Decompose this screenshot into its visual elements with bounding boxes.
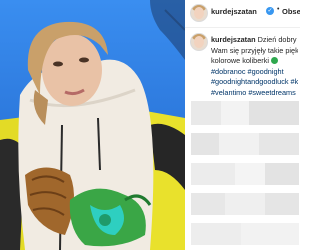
post-photo[interactable] [0,0,185,250]
hashtag-line-2[interactable]: #goodnightandgoodluck #kolib [211,77,298,88]
selfie-image [0,0,185,250]
post-side-panel: kurdejszatan ✓ • Obserwowanie kurdejszat… [185,0,300,250]
following-button[interactable]: Obserwowanie [282,7,300,16]
separator-dot: • [277,6,280,13]
username-link[interactable]: kurdejszatan [211,7,257,16]
hashtag-line-1[interactable]: #dobranoc #goodnight [211,67,298,78]
caption-author-link[interactable]: kurdejszatan [211,35,256,44]
avatar[interactable] [190,4,208,22]
caption-line-1: Dzień dobry [257,35,297,44]
avatar[interactable] [190,33,208,51]
post-header: kurdejszatan ✓ • Obserwowanie [185,0,300,28]
verified-badge-icon: ✓ [266,7,274,15]
green-heart-icon [271,57,279,64]
caption-line-2: Wam się przyjęły takie piękne [211,45,298,55]
blurred-comments [185,97,300,250]
caption-text: kurdejszatan Dzień dobry nie Wam się prz… [211,35,298,98]
caption-line-3: kolorowe koliberki [211,56,269,65]
